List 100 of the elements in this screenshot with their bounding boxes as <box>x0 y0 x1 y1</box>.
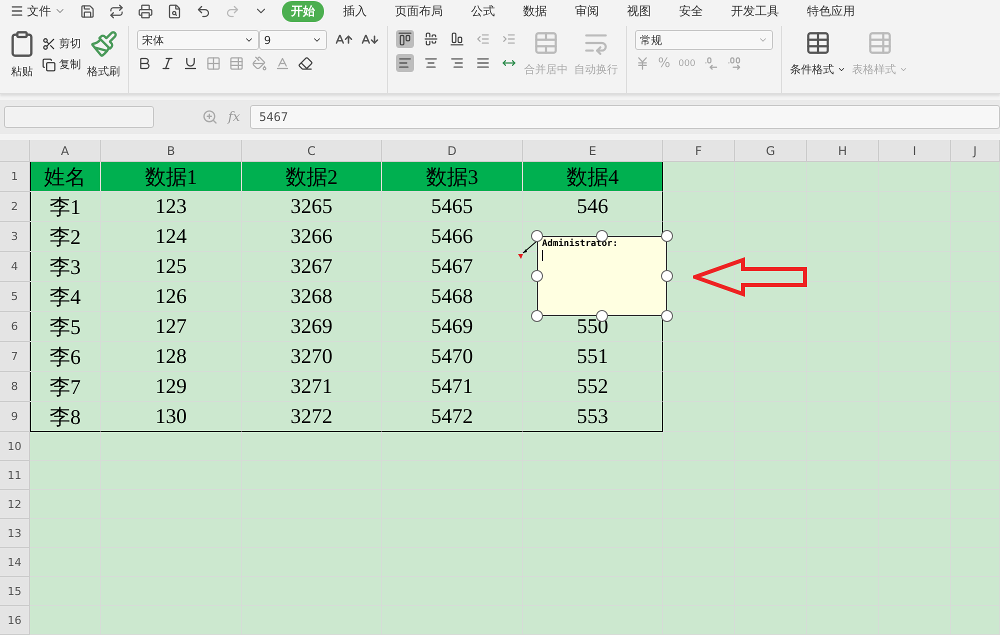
print-icon[interactable] <box>138 4 153 19</box>
copy-button[interactable]: 复制 <box>42 57 81 72</box>
paintbrush-icon[interactable] <box>90 30 118 58</box>
table-cell: 125 <box>101 252 242 282</box>
text-cursor <box>542 250 543 261</box>
bold-icon[interactable] <box>137 56 152 72</box>
table-cell: 546 <box>523 192 663 222</box>
column-title-cell: 姓名 <box>30 162 101 192</box>
table-cell: 5469 <box>382 312 523 342</box>
row-header[interactable]: 12 <box>0 490 30 519</box>
formula-field[interactable]: 5467 <box>250 105 1000 130</box>
ribbon-tab[interactable]: 插入 <box>334 0 376 22</box>
row-header[interactable]: 4 <box>0 252 30 282</box>
comment-box[interactable]: Administrator: <box>537 236 667 316</box>
column-header[interactable]: J <box>951 140 1000 162</box>
ribbon-tab[interactable]: 审阅 <box>566 0 608 22</box>
table-cell: 3268 <box>242 282 382 312</box>
table-cell: 130 <box>101 402 242 432</box>
table-cell: 5471 <box>382 372 523 402</box>
menu-icon <box>10 4 24 18</box>
cut-button[interactable]: 剪切 <box>42 36 81 52</box>
align-bottom-icon[interactable] <box>448 30 466 48</box>
table-cell: 3267 <box>242 252 382 282</box>
print-preview-icon[interactable] <box>167 4 182 19</box>
row-header[interactable]: 11 <box>0 461 30 490</box>
table-cell: 李3 <box>30 252 101 282</box>
row-header[interactable]: 10 <box>0 432 30 461</box>
column-header[interactable]: C <box>242 140 382 162</box>
table-cell: 128 <box>101 342 242 372</box>
ribbon-button[interactable]: 条件格式 <box>790 62 846 78</box>
ribbon-tab[interactable]: 公式 <box>462 0 504 22</box>
row-header[interactable]: 15 <box>0 577 30 606</box>
format-painter-button[interactable]: 格式刷 <box>87 64 120 80</box>
column-header[interactable]: G <box>735 140 807 162</box>
row-header[interactable]: 9 <box>0 402 30 432</box>
table-cell: 5465 <box>382 192 523 222</box>
empty-cell <box>663 372 735 402</box>
save-icon[interactable] <box>80 4 95 19</box>
resize-handle[interactable] <box>531 230 543 242</box>
table-cell: 126 <box>101 282 242 312</box>
repeat-icon[interactable] <box>109 4 124 19</box>
row-header[interactable]: 2 <box>0 192 30 222</box>
column-header[interactable]: B <box>101 140 242 162</box>
ribbon-tab[interactable]: 页面布局 <box>386 0 452 22</box>
row-header[interactable]: 3 <box>0 222 30 252</box>
row-header[interactable]: 6 <box>0 312 30 342</box>
align-top-icon[interactable] <box>396 30 414 48</box>
column-header[interactable]: F <box>663 140 735 162</box>
table-cell: 123 <box>101 192 242 222</box>
align-middle-icon[interactable] <box>422 30 440 48</box>
italic-icon[interactable] <box>160 56 175 72</box>
ribbon-tab[interactable]: 数据 <box>514 0 556 22</box>
resize-handle[interactable] <box>661 310 673 322</box>
underline-icon[interactable] <box>183 56 198 72</box>
row-header[interactable]: 8 <box>0 372 30 402</box>
resize-handle[interactable] <box>661 230 673 242</box>
table-cell: 李4 <box>30 282 101 312</box>
number-format-field[interactable]: 常规 <box>635 30 773 50</box>
ribbon-tab[interactable]: 开发工具 <box>722 0 788 22</box>
ribbon-tab[interactable]: 特色应用 <box>798 0 864 22</box>
table-cell: 5472 <box>382 402 523 432</box>
row-header[interactable]: 16 <box>0 606 30 635</box>
table-icon[interactable] <box>805 30 831 56</box>
ribbon-tab[interactable]: 安全 <box>670 0 712 22</box>
ribbon-tab[interactable]: 视图 <box>618 0 660 22</box>
undo-icon[interactable] <box>196 4 211 19</box>
table-cell: 李7 <box>30 372 101 402</box>
table-cell: 李1 <box>30 192 101 222</box>
table-cell: 李5 <box>30 312 101 342</box>
font-color-icon[interactable] <box>275 56 290 72</box>
font-name-field[interactable]: 宋体 <box>137 30 259 50</box>
empty-cell <box>663 402 735 432</box>
row-header[interactable]: 5 <box>0 282 30 312</box>
row-header[interactable]: 1 <box>0 162 30 192</box>
file-menu[interactable]: 文件 <box>10 2 66 20</box>
table-cell: 124 <box>101 222 242 252</box>
column-header[interactable]: A <box>30 140 101 162</box>
row-header[interactable]: 7 <box>0 342 30 372</box>
column-header[interactable]: H <box>807 140 879 162</box>
table-cell: 3272 <box>242 402 382 432</box>
font-size-field[interactable]: 9 <box>259 30 327 50</box>
eraser-icon[interactable] <box>298 56 313 72</box>
column-header[interactable]: I <box>879 140 951 162</box>
column-header[interactable]: E <box>523 140 663 162</box>
table-cell: 3269 <box>242 312 382 342</box>
column-header[interactable]: D <box>382 140 523 162</box>
empty-cell <box>663 342 735 372</box>
resize-handle[interactable] <box>531 270 543 282</box>
row-header[interactable]: 13 <box>0 519 30 548</box>
cell-style-icon[interactable] <box>229 56 244 72</box>
empty-cell <box>807 252 879 282</box>
table-cell: 3265 <box>242 192 382 222</box>
empty-cell <box>807 282 879 312</box>
empty-cell <box>663 432 735 461</box>
resize-handle[interactable] <box>531 310 543 322</box>
row-header[interactable]: 14 <box>0 548 30 577</box>
table-cell: 李2 <box>30 222 101 252</box>
paste-button[interactable]: 粘贴 <box>11 64 33 80</box>
table-cell: 5466 <box>382 222 523 252</box>
align-left-icon[interactable] <box>396 54 414 72</box>
